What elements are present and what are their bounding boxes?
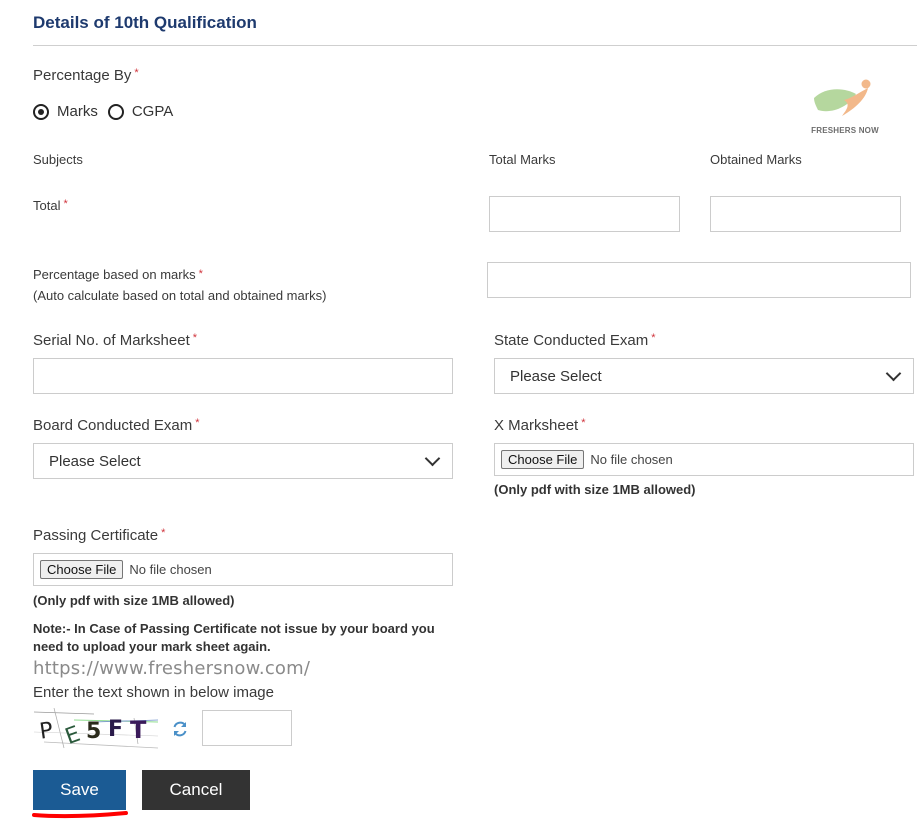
obtained-marks-input[interactable] [710,196,901,232]
required-mark: * [161,527,166,539]
state-exam-label-wrap: State Conducted Exam * [494,332,656,349]
required-mark: * [192,332,198,344]
percentage-input[interactable] [487,262,911,298]
x-marksheet-label-wrap: X Marksheet * [494,417,585,434]
captcha-char: F [108,717,123,742]
required-mark: * [651,332,656,344]
radio-cgpa-label: CGPA [131,103,174,120]
required-mark: * [195,417,200,429]
percentage-sublabel: (Auto calculate based on total and obtai… [33,288,327,303]
radio-option-cgpa[interactable]: CGPA [107,103,174,120]
percentage-label-block: Percentage based on marks * (Auto calcula… [33,264,326,306]
chevron-down-icon [885,365,902,382]
captcha-image: P E 5 F T [33,707,159,750]
cancel-button[interactable]: Cancel [142,770,250,810]
percentage-by-label: Percentage By * [33,67,139,84]
state-exam-select[interactable]: Please Select [494,358,914,394]
save-button[interactable]: Save [33,770,126,810]
state-exam-selected: Please Select [510,367,602,385]
board-exam-label: Board Conducted Exam [33,417,193,434]
freshersnow-logo: FRESHERS NOW [808,78,882,135]
header-obtained-marks: Obtained Marks [710,152,802,167]
annotation-underline [32,806,128,819]
captcha-char: 5 [86,719,101,744]
percentage-by-text: Percentage By [33,67,132,84]
watermark-url: https://www.freshersnow.com/ [33,658,311,679]
x-marksheet-file-input[interactable]: Choose File No file chosen [494,443,914,476]
passing-cert-label-wrap: Passing Certificate * [33,527,165,544]
refresh-icon[interactable] [171,720,189,738]
board-exam-select[interactable]: Please Select [33,443,453,479]
state-exam-label: State Conducted Exam [494,332,649,349]
x-marksheet-label: X Marksheet [494,417,579,434]
captcha-char: P [38,718,55,745]
serial-no-input[interactable] [33,358,453,394]
radio-cgpa[interactable] [107,103,124,120]
x-marksheet-hint: (Only pdf with size 1MB allowed) [494,482,696,497]
x-marksheet-choose-file-button[interactable]: Choose File [501,450,585,469]
required-mark: * [581,417,586,429]
chevron-down-icon [424,450,441,467]
percentage-by-radio-group: Marks CGPA [33,103,177,120]
section-title: Details of 10th Qualification [33,13,257,32]
serial-no-label-wrap: Serial No. of Marksheet * [33,332,197,349]
total-label: Total [33,198,61,213]
percentage-label: Percentage based on marks [33,267,196,282]
header-total-marks: Total Marks [489,152,556,167]
required-mark: * [198,268,203,280]
required-mark: * [134,67,139,79]
radio-marks-label: Marks [57,103,98,120]
total-row-label: Total * [33,198,68,213]
total-marks-input[interactable] [489,196,680,232]
header-subjects: Subjects [33,152,83,167]
section-divider [33,45,917,46]
captcha-input[interactable] [202,710,292,746]
captcha-label: Enter the text shown in below image [33,684,274,701]
radio-marks[interactable] [33,103,49,120]
logo-text: FRESHERS NOW [811,126,879,135]
passing-cert-label: Passing Certificate [33,527,159,544]
radio-option-marks[interactable]: Marks [33,103,98,120]
captcha-char: E [62,722,84,750]
board-exam-selected: Please Select [49,452,141,470]
passing-cert-file-input[interactable]: Choose File No file chosen [33,553,453,586]
required-mark: * [63,198,68,210]
board-exam-label-wrap: Board Conducted Exam * [33,417,200,434]
freshersnow-logo-icon [814,79,871,116]
serial-no-label: Serial No. of Marksheet [33,332,190,349]
passing-cert-note: Note:- In Case of Passing Certificate no… [33,621,435,654]
captcha-char: T [130,716,147,744]
passing-cert-hint: (Only pdf with size 1MB allowed) [33,593,235,608]
x-marksheet-file-status: No file chosen [590,452,673,467]
passing-cert-file-status: No file chosen [129,562,212,577]
passing-cert-choose-file-button[interactable]: Choose File [40,560,124,579]
